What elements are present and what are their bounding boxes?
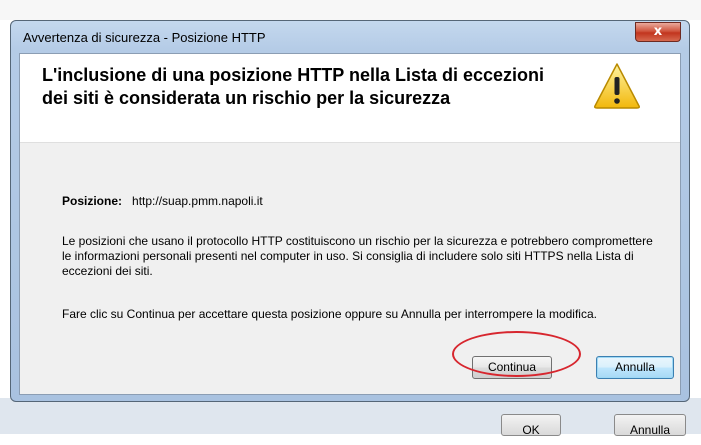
dialog-heading: L'inclusione di una posizione HTTP nella… — [42, 65, 545, 108]
title-bar[interactable]: Avvertenza di sicurezza - Posizione HTTP… — [11, 21, 689, 53]
risk-description: Le posizioni che usano il protocollo HTT… — [62, 234, 653, 278]
background-cancel-button: Annulla — [614, 414, 686, 437]
cancel-button[interactable]: Annulla — [596, 356, 674, 379]
position-row: Posizione: http://suap.pmm.napoli.it — [62, 194, 263, 209]
close-button[interactable]: x — [635, 22, 681, 42]
background-top — [0, 0, 701, 20]
background-window-strip — [0, 398, 701, 434]
header-band: L'inclusione di una posizione HTTP nella… — [20, 54, 680, 143]
dialog-content: L'inclusione di una posizione HTTP nella… — [19, 53, 681, 395]
warning-icon — [594, 63, 640, 109]
instruction-text: Fare clic su Continua per accettare ques… — [62, 307, 597, 321]
position-url: http://suap.pmm.napoli.it — [132, 194, 263, 208]
continue-button[interactable]: Continua — [472, 356, 552, 379]
position-label: Posizione: — [62, 194, 123, 208]
close-icon: x — [653, 24, 663, 39]
background-ok-button: OK — [501, 414, 561, 437]
window-title: Avvertenza di sicurezza - Posizione HTTP — [23, 30, 266, 45]
security-warning-dialog: Avvertenza di sicurezza - Posizione HTTP… — [10, 20, 690, 402]
